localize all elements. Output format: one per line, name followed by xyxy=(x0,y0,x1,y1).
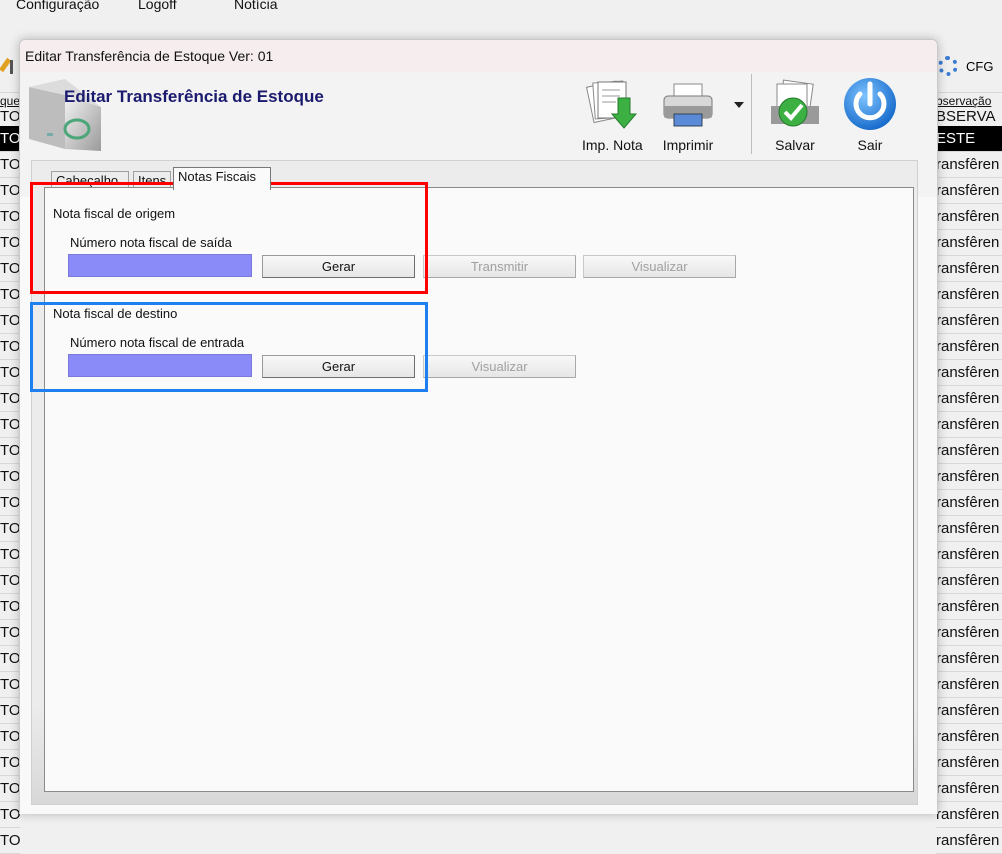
chevron-down-icon[interactable] xyxy=(734,102,744,108)
toolbar-separator xyxy=(751,74,752,154)
page-title: Editar Transferência de Estoque xyxy=(64,87,324,106)
origem-visualizar-button[interactable]: Visualizar xyxy=(583,255,736,278)
grid-row-cell[interactable]: TO xyxy=(0,516,20,542)
grid-selected-cell[interactable]: TO xyxy=(0,126,20,152)
grid-row-cell-observacao[interactable]: ransfêren xyxy=(936,776,1002,802)
save-check-icon xyxy=(771,79,819,127)
grid-row-cell[interactable]: TO xyxy=(0,464,20,490)
grid-row-cell-observacao[interactable]: ransfêren xyxy=(936,516,1002,542)
salvar-button[interactable]: Salvar xyxy=(767,76,823,153)
edit-transfer-dialog: Editar Transferência de Estoque Ver: 01 … xyxy=(19,39,938,814)
printer-icon xyxy=(663,83,713,127)
grid-row-cell-observacao[interactable]: ransfêren xyxy=(936,620,1002,646)
grid-row-cell[interactable]: TO xyxy=(0,490,20,516)
cfg-label: CFG xyxy=(966,59,994,74)
cfg-button[interactable]: CFG xyxy=(936,50,1002,86)
grid-subheader: TO xyxy=(0,108,20,125)
grid-row-cell[interactable]: TO xyxy=(0,152,20,178)
imprimir-button[interactable]: Imprimir xyxy=(660,76,716,153)
grid-row-cell-observacao[interactable]: ransfêren xyxy=(936,178,1002,204)
menu-noticia[interactable]: Notícia xyxy=(234,0,278,12)
import-documents-icon xyxy=(586,80,638,129)
salvar-label: Salvar xyxy=(775,137,815,153)
grid-row-cell-observacao[interactable]: ransfêren xyxy=(936,230,1002,256)
transmitir-button[interactable]: Transmitir xyxy=(423,255,576,278)
background-grid-right: bservação BSERVA ESTE ransfêren ransfêren… xyxy=(936,94,1002,854)
grid-row-cell[interactable]: TO xyxy=(0,802,20,828)
grid-row-cell[interactable]: TO xyxy=(0,620,20,646)
grid-row-cell-observacao[interactable]: ransfêren xyxy=(936,802,1002,828)
grid-row-cell-observacao[interactable]: ransfêren xyxy=(936,360,1002,386)
background-grid-left: que TO TO TO TO TO TO TO TO TO TO TO TO TO TO TO TO TO… xyxy=(0,94,20,854)
grid-row-cell-observacao[interactable]: ransfêren xyxy=(936,152,1002,178)
grid-row-cell[interactable]: TO xyxy=(0,646,20,672)
background-menu-bar: Configuração Logoff Notícia xyxy=(0,0,1002,40)
grid-row-cell-observacao[interactable]: ransfêren xyxy=(936,412,1002,438)
grid-row-cell-observacao[interactable]: ransfêren xyxy=(936,334,1002,360)
grid-row-cell[interactable]: TO xyxy=(0,386,20,412)
grid-column-header-observacao[interactable]: bservação xyxy=(936,94,1002,108)
grid-row-cell[interactable]: TO xyxy=(0,568,20,594)
grid-row-cell[interactable]: TO xyxy=(0,178,20,204)
grid-row-cell-observacao[interactable]: ransfêren xyxy=(936,308,1002,334)
grid-row-cell[interactable]: TO xyxy=(0,204,20,230)
grid-row-cell-observacao[interactable]: ransfêren xyxy=(936,204,1002,230)
power-icon xyxy=(844,78,896,130)
grid-row-cell-observacao[interactable]: ransfêren xyxy=(936,490,1002,516)
dialog-title: Editar Transferência de Estoque Ver: 01 xyxy=(25,48,274,64)
sair-label: Sair xyxy=(857,137,883,153)
grid-row-cell-observacao[interactable]: ransfêren xyxy=(936,568,1002,594)
grid-row-cell[interactable]: TO xyxy=(0,828,20,854)
tab-notas-fiscais[interactable]: Notas Fiscais xyxy=(173,167,271,190)
menu-configuracao[interactable]: Configuração xyxy=(16,0,99,12)
grid-row-cell[interactable]: TO xyxy=(0,438,20,464)
grid-row-cell[interactable]: TO xyxy=(0,776,20,802)
grid-row-cell[interactable]: TO xyxy=(0,724,20,750)
grid-row-cell-observacao[interactable]: ransfêren xyxy=(936,594,1002,620)
grid-subheader-observacao: BSERVA xyxy=(936,108,996,125)
grid-row-cell-observacao[interactable]: ransfêren xyxy=(936,724,1002,750)
grid-row-cell[interactable]: TO xyxy=(0,542,20,568)
grid-selected-cell-observacao[interactable]: ESTE xyxy=(936,126,1002,152)
grid-row-cell[interactable]: TO xyxy=(0,750,20,776)
pencil-icon[interactable] xyxy=(0,56,16,78)
grid-row-cell[interactable]: TO xyxy=(0,672,20,698)
grid-row-cell[interactable]: TO xyxy=(0,256,20,282)
imprimir-label: Imprimir xyxy=(662,137,714,153)
grid-row-cell-observacao[interactable]: ransfêren xyxy=(936,750,1002,776)
grid-row-cell-observacao[interactable]: ransfêren xyxy=(936,464,1002,490)
grid-row-cell[interactable]: TO xyxy=(0,230,20,256)
grid-row-cell[interactable]: TO xyxy=(0,698,20,724)
grid-row-cell-observacao[interactable]: ransfêren xyxy=(936,256,1002,282)
destino-visualizar-button[interactable]: Visualizar xyxy=(423,355,576,378)
grid-row-cell[interactable]: TO xyxy=(0,308,20,334)
grid-row-cell-observacao[interactable]: ransfêren xyxy=(936,646,1002,672)
grid-row-cell-observacao[interactable]: ransfêren xyxy=(936,438,1002,464)
grid-row-cell[interactable]: TO xyxy=(0,412,20,438)
gear-icon xyxy=(938,56,958,76)
destino-highlight-box xyxy=(30,302,428,392)
imp-nota-button[interactable]: Imp. Nota xyxy=(582,76,643,153)
grid-row-cell[interactable]: TO xyxy=(0,282,20,308)
grid-row-cell-observacao[interactable]: ransfêren xyxy=(936,698,1002,724)
imp-nota-label: Imp. Nota xyxy=(582,137,643,153)
menu-logoff[interactable]: Logoff xyxy=(138,0,177,12)
grid-row-cell[interactable]: TO xyxy=(0,594,20,620)
grid-row-cell-observacao[interactable]: ransfêren xyxy=(936,282,1002,308)
grid-column-header[interactable]: que xyxy=(0,94,20,108)
sair-button[interactable]: Sair xyxy=(842,76,898,153)
dialog-titlebar[interactable]: Editar Transferência de Estoque Ver: 01 xyxy=(20,40,937,72)
grid-row-cell-observacao[interactable]: ransfêren xyxy=(936,672,1002,698)
grid-row-cell-observacao[interactable]: ransfêren xyxy=(936,542,1002,568)
grid-row-cell[interactable]: TO xyxy=(0,360,20,386)
origem-highlight-box xyxy=(30,182,428,294)
grid-row-cell[interactable]: TO xyxy=(0,334,20,360)
grid-row-cell-observacao[interactable]: ransfêren xyxy=(936,386,1002,412)
grid-row-cell-observacao[interactable]: ransfêren xyxy=(936,828,1002,854)
